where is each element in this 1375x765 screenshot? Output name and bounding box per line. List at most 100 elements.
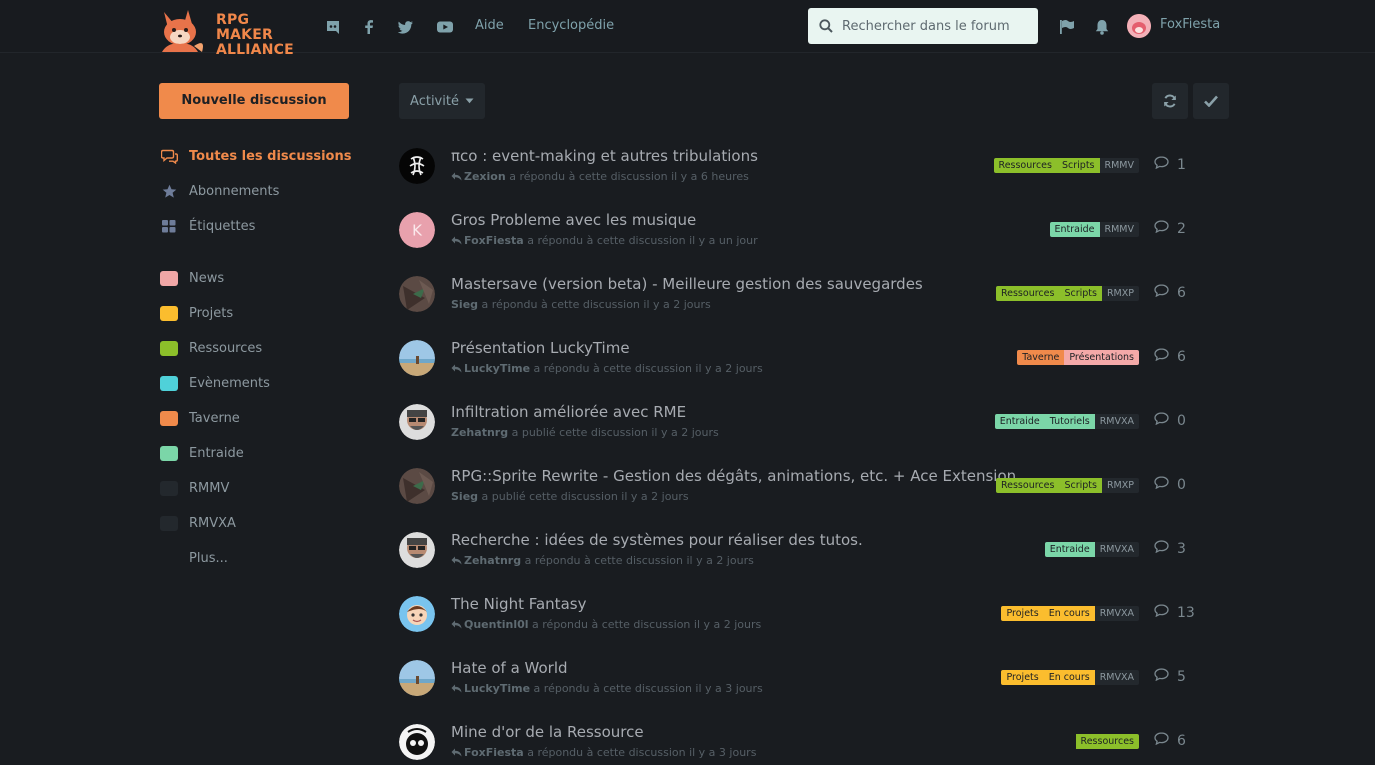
- facebook-icon[interactable]: [360, 18, 378, 36]
- user-name[interactable]: FoxFiesta: [1160, 17, 1220, 32]
- tag-label[interactable]: RMMV: [1099, 222, 1139, 237]
- sidebar-tag-rmvxa[interactable]: RMVXA: [159, 513, 236, 533]
- nav-all-discussions[interactable]: Toutes les discussions: [159, 146, 351, 166]
- help-link[interactable]: Aide: [475, 17, 504, 35]
- tag-label[interactable]: RMVXA: [1094, 414, 1139, 429]
- sidebar-tag-taverne[interactable]: Taverne: [159, 408, 240, 428]
- discussion-avatar[interactable]: [399, 596, 435, 632]
- discussion-avatar[interactable]: [399, 468, 435, 504]
- tag-label[interactable]: RMXP: [1101, 286, 1139, 301]
- search-input[interactable]: [842, 8, 1032, 44]
- nav-more[interactable]: Plus...: [159, 548, 228, 568]
- nav-tags[interactable]: Étiquettes: [159, 216, 255, 236]
- flag-icon[interactable]: [1058, 18, 1076, 36]
- tag-label[interactable]: En cours: [1043, 670, 1095, 685]
- discussion-title[interactable]: Présentation LuckyTime: [451, 339, 630, 357]
- discussion-title[interactable]: Mine d'or de la Ressource: [451, 723, 644, 741]
- discussion-row[interactable]: πco : event-making et autres tribulation…: [399, 147, 1199, 212]
- tag-label[interactable]: RMVXA: [1094, 542, 1139, 557]
- discussion-user[interactable]: Zehatnrg: [451, 426, 508, 439]
- youtube-icon[interactable]: [436, 18, 454, 36]
- discussion-title[interactable]: Mastersave (version beta) - Meilleure ge…: [451, 275, 923, 293]
- sidebar-tag-rmmv[interactable]: RMMV: [159, 478, 229, 498]
- tag-label[interactable]: RMVXA: [1094, 670, 1139, 685]
- tag-label[interactable]: Tutoriels: [1044, 414, 1095, 429]
- discussion-row[interactable]: K Gros Probleme avec les musique FoxFiesta…: [399, 211, 1199, 276]
- bell-icon[interactable]: [1093, 18, 1111, 36]
- discussion-user[interactable]: FoxFiesta: [464, 234, 524, 247]
- discussion-user[interactable]: Zehatnrg: [464, 554, 521, 567]
- discussion-title[interactable]: RPG::Sprite Rewrite - Gestion des dégâts…: [451, 467, 1016, 485]
- tag-label[interactable]: Projets: [1001, 606, 1044, 621]
- discussion-row[interactable]: Présentation LuckyTime LuckyTime a répond…: [399, 339, 1199, 404]
- discussion-avatar[interactable]: [399, 724, 435, 760]
- mark-all-read-button[interactable]: [1193, 83, 1229, 119]
- tag-label[interactable]: Ressources: [1075, 734, 1139, 749]
- reply-count: 3: [1154, 540, 1186, 557]
- sidebar-tag-news[interactable]: News: [159, 268, 224, 288]
- discussion-avatar[interactable]: K: [399, 212, 435, 248]
- discussion-user[interactable]: LuckyTime: [464, 362, 530, 375]
- tag-label[interactable]: RMXP: [1101, 478, 1139, 493]
- discussion-title[interactable]: Recherche : idées de systèmes pour réali…: [451, 531, 863, 549]
- sidebar-tag-ressources[interactable]: Ressources: [159, 338, 262, 358]
- tag-label[interactable]: Entraide: [1044, 542, 1095, 557]
- discussion-meta: Zehatnrg a publié cette discussion il y …: [451, 426, 719, 439]
- discussion-row[interactable]: Mine d'or de la Ressource FoxFiesta a rép…: [399, 723, 1199, 765]
- comment-icon: [1154, 348, 1169, 365]
- discussion-row[interactable]: Hate of a World LuckyTime a répondu à cet…: [399, 659, 1199, 724]
- discussion-user[interactable]: Quentinl0l: [464, 618, 529, 631]
- refresh-button[interactable]: [1152, 83, 1188, 119]
- tag-label[interactable]: En cours: [1043, 606, 1095, 621]
- encyclopedia-link[interactable]: Encyclopédie: [528, 17, 614, 35]
- sidebar-tag-projets[interactable]: Projets: [159, 303, 233, 323]
- tag-label[interactable]: RMVXA: [1094, 606, 1139, 621]
- sidebar-tag-evènements[interactable]: Evènements: [159, 373, 270, 393]
- discussion-row[interactable]: Mastersave (version beta) - Meilleure ge…: [399, 275, 1199, 340]
- discussion-user[interactable]: Sieg: [451, 298, 478, 311]
- discord-icon[interactable]: [324, 18, 342, 36]
- discussion-row[interactable]: Infiltration améliorée avec RME Zehatnrg …: [399, 403, 1199, 468]
- tag-label[interactable]: Ressources: [995, 478, 1060, 493]
- nav-following[interactable]: Abonnements: [159, 181, 279, 201]
- discussion-user[interactable]: Sieg: [451, 490, 478, 503]
- sidebar-tag-entraide[interactable]: Entraide: [159, 443, 244, 463]
- discussion-avatar[interactable]: [399, 404, 435, 440]
- discussion-user[interactable]: Zexion: [464, 170, 506, 183]
- discussion-row[interactable]: Recherche : idées de systèmes pour réali…: [399, 531, 1199, 596]
- discussion-title[interactable]: The Night Fantasy: [451, 595, 586, 613]
- discussion-avatar[interactable]: [399, 660, 435, 696]
- discussion-avatar[interactable]: [399, 532, 435, 568]
- tag-label[interactable]: Entraide: [1049, 222, 1100, 237]
- discussion-user[interactable]: LuckyTime: [464, 682, 530, 695]
- site-logo[interactable]: RPG MAKER ALLIANCE: [158, 8, 303, 58]
- svg-text:K: K: [412, 222, 423, 240]
- discussion-action: a publié cette discussion il y a 2 jours: [481, 490, 689, 503]
- discussion-meta: Zexion a répondu à cette discussion il y…: [451, 170, 749, 183]
- tag-label[interactable]: Projets: [1001, 670, 1044, 685]
- discussion-title[interactable]: Hate of a World: [451, 659, 568, 677]
- tag-label[interactable]: Entraide: [994, 414, 1045, 429]
- tag-label[interactable]: Scripts: [1059, 286, 1102, 301]
- discussion-title[interactable]: Infiltration améliorée avec RME: [451, 403, 686, 421]
- discussion-user[interactable]: FoxFiesta: [464, 746, 524, 759]
- tag-label[interactable]: RMMV: [1099, 158, 1139, 173]
- new-discussion-button[interactable]: Nouvelle discussion: [159, 83, 349, 119]
- tag-label[interactable]: Ressources: [995, 286, 1060, 301]
- sort-dropdown[interactable]: Activité: [399, 83, 485, 119]
- discussion-avatar[interactable]: [399, 276, 435, 312]
- discussion-title[interactable]: Gros Probleme avec les musique: [451, 211, 696, 229]
- tag-label[interactable]: Présentations: [1064, 350, 1139, 365]
- tag-label[interactable]: Ressources: [993, 158, 1057, 173]
- discussion-row[interactable]: RPG::Sprite Rewrite - Gestion des dégâts…: [399, 467, 1199, 532]
- discussion-row[interactable]: The Night Fantasy Quentinl0l a répondu à …: [399, 595, 1199, 660]
- tag-label[interactable]: Taverne: [1017, 350, 1065, 365]
- twitter-icon[interactable]: [397, 18, 415, 36]
- user-avatar[interactable]: [1127, 14, 1151, 38]
- discussion-avatar[interactable]: [399, 340, 435, 376]
- tag-label[interactable]: Scripts: [1056, 158, 1100, 173]
- tag-label[interactable]: Scripts: [1059, 478, 1102, 493]
- discussion-avatar[interactable]: [399, 148, 435, 184]
- search-box[interactable]: [808, 8, 1038, 44]
- discussion-title[interactable]: πco : event-making et autres tribulation…: [451, 147, 758, 165]
